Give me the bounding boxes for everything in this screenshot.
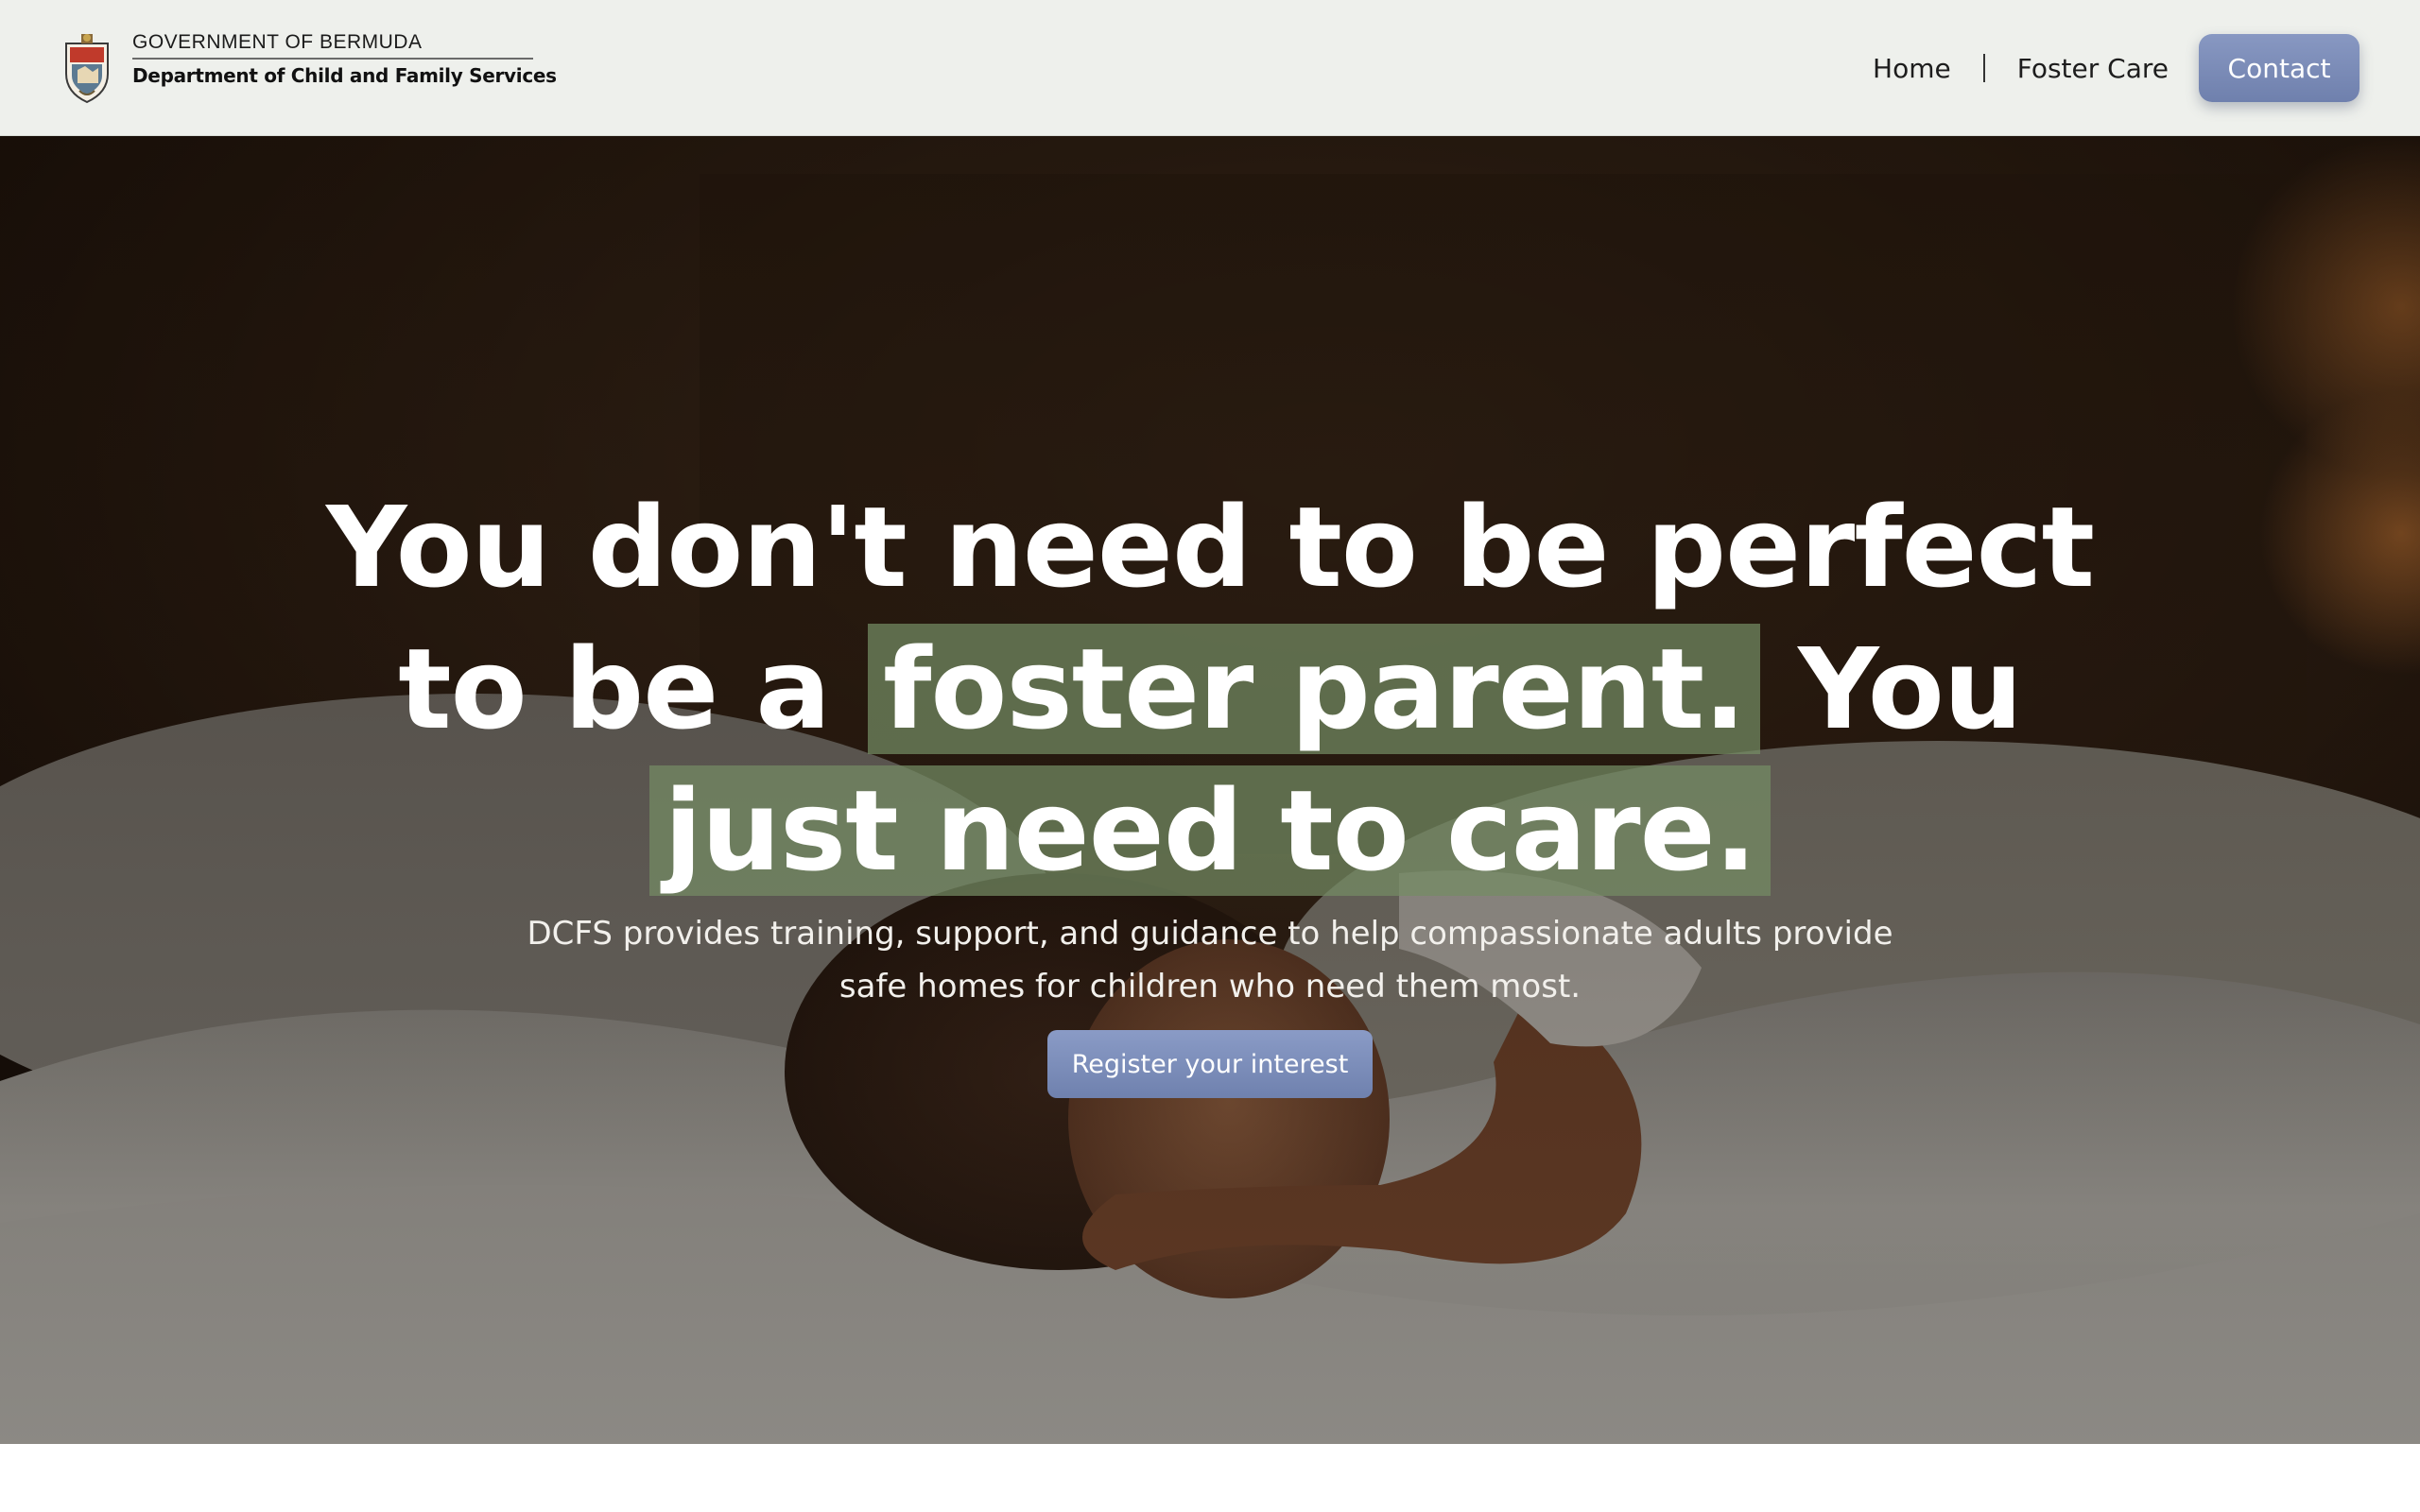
hero-headline: You don't need to be perfect to be a fos… (0, 476, 2420, 902)
brand-logo[interactable]: GOVERNMENT OF BERMUDA Department of Chil… (60, 30, 557, 106)
nav-foster-care[interactable]: Foster Care (2017, 53, 2169, 84)
department-label: Department of Child and Family Services (132, 64, 557, 87)
hero-subtext: DCFS provides training, support, and gui… (0, 907, 2420, 1013)
nav-divider (1982, 54, 1985, 82)
brand-text: GOVERNMENT OF BERMUDA Department of Chil… (132, 30, 557, 90)
contact-button[interactable]: Contact (2199, 34, 2360, 102)
headline-highlight-care: just need to care. (648, 765, 1772, 896)
subtext-line-1: DCFS provides training, support, and gui… (527, 915, 1893, 953)
register-interest-button[interactable]: Register your interest (1047, 1030, 1373, 1098)
headline-line-3: just need to care. (0, 760, 2420, 902)
headline-highlight-foster-parent: foster parent. (868, 624, 1760, 754)
nav-home[interactable]: Home (1873, 53, 1951, 84)
headline-line-2-pre: to be a (398, 624, 831, 754)
crest-icon (65, 34, 109, 104)
page-bottom-area (0, 1444, 2420, 1512)
headline-line-2-post: You (1798, 624, 2023, 754)
main-nav: Home Foster Care Contact (1873, 34, 2360, 102)
subtext-line-2: safe homes for children who need them mo… (838, 968, 1582, 1005)
headline-line-1: You don't need to be perfect (325, 482, 2095, 612)
hero-section: You don't need to be perfect to be a fos… (0, 136, 2420, 1444)
headline-line-2: to be a foster parent. You (0, 618, 2420, 760)
government-label: GOVERNMENT OF BERMUDA (132, 30, 533, 60)
site-header: GOVERNMENT OF BERMUDA Department of Chil… (0, 0, 2420, 136)
